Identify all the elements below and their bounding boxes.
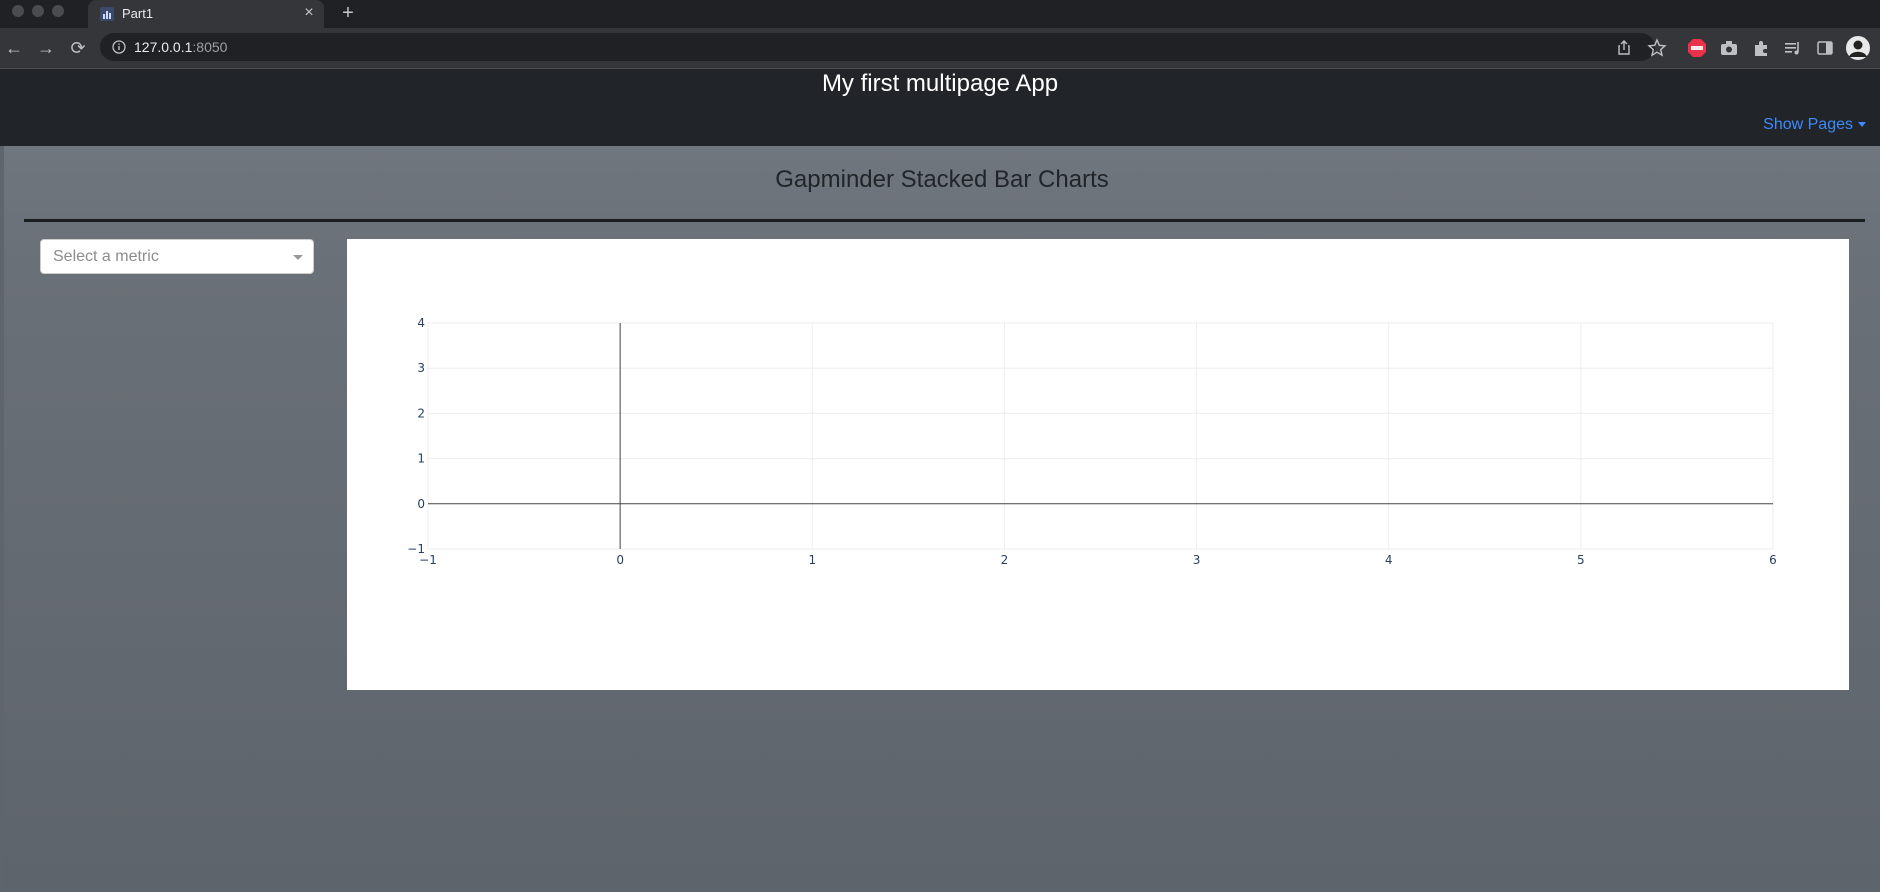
y-tick-label: 1	[417, 452, 425, 466]
chart-axes	[428, 323, 1773, 549]
back-icon[interactable]: ←	[2, 36, 26, 60]
x-tick-label: 4	[1385, 553, 1393, 567]
window-zoom-button[interactable]	[52, 5, 64, 17]
heading-divider	[24, 219, 1865, 222]
bookmark-star-icon[interactable]	[1647, 38, 1667, 58]
chevron-down-icon[interactable]	[293, 255, 303, 260]
app-title: My first multipage App	[821, 70, 1059, 97]
y-tick-label: 3	[417, 361, 425, 375]
browser-toolbar: ← → ⟳ 127.0.0.1:8050	[0, 28, 1880, 69]
address-bar[interactable]: 127.0.0.1:8050	[100, 33, 1655, 61]
chart-tick-labels: −1 0 1 2 3 4 5 6−101234	[407, 316, 1777, 567]
y-tick-label: 0	[417, 497, 425, 511]
x-tick-label: 5	[1577, 553, 1585, 567]
extensions-puzzle-icon[interactable]	[1751, 38, 1771, 58]
chart-grid	[427, 322, 1774, 550]
profile-avatar[interactable]	[1846, 36, 1870, 60]
url-host: 127.0.0.1	[134, 39, 193, 55]
adblock-icon[interactable]	[1687, 38, 1707, 58]
bar-chart-graph[interactable]: −1 0 1 2 3 4 5 6 −1 0 1 2 3 4	[347, 239, 1849, 690]
page-content: Gapminder Stacked Bar Charts Select a me…	[4, 146, 1880, 892]
camera-icon[interactable]	[1719, 38, 1739, 58]
show-pages-label: Show Pages	[1763, 116, 1853, 133]
share-icon[interactable]	[1614, 38, 1634, 58]
metric-dropdown[interactable]: Select a metric	[40, 239, 314, 274]
page-title: Gapminder Stacked Bar Charts	[775, 166, 1109, 193]
bar-chart-favicon-icon	[100, 7, 114, 21]
window-close-button[interactable]	[12, 5, 24, 17]
show-pages-dropdown[interactable]: Show Pages	[1763, 116, 1866, 134]
x-tick-label: 6	[1769, 553, 1777, 567]
app-navbar: My first multipage App Show Pages	[0, 69, 1880, 146]
media-controls-icon[interactable]	[1783, 38, 1803, 58]
caret-down-icon	[1858, 122, 1866, 128]
browser-tab[interactable]: Part1 ×	[88, 0, 324, 28]
forward-icon[interactable]: →	[34, 36, 58, 60]
metric-dropdown-placeholder: Select a metric	[53, 248, 159, 265]
browser-tab-strip: Part1 × +	[0, 0, 1880, 28]
tab-title: Part1	[122, 6, 154, 21]
x-tick-label: 1	[808, 553, 816, 567]
x-tick-label: 3	[1193, 553, 1201, 567]
url-port: :8050	[192, 39, 228, 55]
new-tab-icon[interactable]: +	[338, 3, 358, 23]
side-panel-icon[interactable]	[1815, 38, 1835, 58]
window-minimize-button[interactable]	[32, 5, 44, 17]
x-tick-label: 0	[616, 553, 624, 567]
reload-icon[interactable]: ⟳	[66, 36, 90, 60]
x-tick-label: 2	[1001, 553, 1009, 567]
y-tick-label: −1	[407, 542, 425, 556]
tab-close-icon[interactable]: ×	[300, 4, 318, 22]
url-text[interactable]: 127.0.0.1:8050	[134, 39, 227, 55]
y-tick-label: 2	[417, 406, 425, 420]
info-icon[interactable]	[112, 40, 126, 54]
chart-svg: −1 0 1 2 3 4 5 6−101234	[407, 316, 1777, 567]
y-tick-label: 4	[417, 316, 425, 330]
